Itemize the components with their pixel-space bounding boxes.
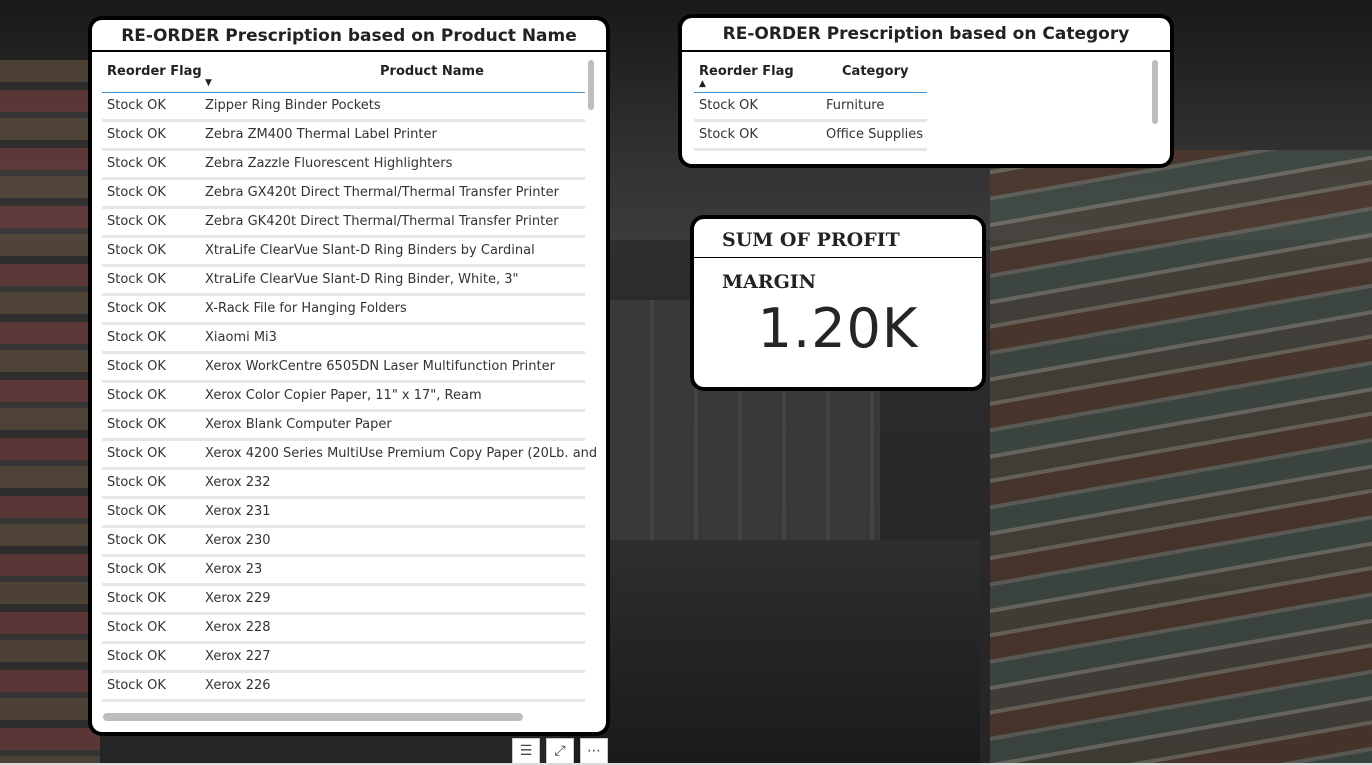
sort-descending-icon[interactable]: ▼ xyxy=(205,78,212,88)
products-table-title: RE-ORDER Prescription based on Product N… xyxy=(92,20,606,52)
product-name-cell: Xerox 226 xyxy=(205,678,271,693)
product-name-cell: Xerox Blank Computer Paper xyxy=(205,417,392,432)
product-name-cell: Xerox 23 xyxy=(205,562,263,577)
table-row[interactable]: Stock OK Xerox 226 xyxy=(102,673,585,702)
reorder-flag-cell: Stock OK xyxy=(107,533,166,548)
table-row[interactable]: Stock OK Xerox 227 xyxy=(102,644,585,673)
reorder-flag-cell: Stock OK xyxy=(107,591,166,606)
column-header-product-name[interactable]: Product Name xyxy=(380,64,484,79)
reorder-flag-cell: Stock OK xyxy=(107,127,166,142)
sort-ascending-icon[interactable]: ▲ xyxy=(699,79,706,89)
product-name-cell: Zebra ZM400 Thermal Label Printer xyxy=(205,127,437,142)
reorder-flag-cell: Stock OK xyxy=(107,504,166,519)
vertical-scrollbar[interactable] xyxy=(1152,60,1158,124)
table-row[interactable]: Stock OK Xerox 23 xyxy=(102,557,585,586)
table-row[interactable]: Stock OK Xiaomi Mi3 xyxy=(102,325,585,354)
background-right-shelf xyxy=(990,150,1372,765)
reorder-flag-cell: Stock OK xyxy=(107,446,166,461)
column-header-reorder-flag[interactable]: Reorder Flag xyxy=(699,64,794,79)
profit-margin-kpi-card[interactable]: SUM OF PROFIT MARGIN 1.20K xyxy=(694,219,982,387)
product-name-cell: XtraLife ClearVue Slant-D Ring Binder, W… xyxy=(205,272,519,287)
product-name-cell: Xerox 229 xyxy=(205,591,271,606)
reorder-flag-cell: Stock OK xyxy=(107,330,166,345)
reorder-flag-cell: Stock OK xyxy=(107,272,166,287)
category-table-title: RE-ORDER Prescription based on Category xyxy=(682,18,1170,52)
table-row[interactable]: Stock OK Office Supplies xyxy=(694,122,927,151)
category-table-body: Stock OK Furniture Stock OK Office Supplies xyxy=(694,93,927,151)
reorder-flag-cell: Stock OK xyxy=(107,301,166,316)
reorder-flag-cell: Stock OK xyxy=(107,243,166,258)
column-header-category[interactable]: Category xyxy=(842,64,908,79)
product-name-cell: Xerox WorkCentre 6505DN Laser Multifunct… xyxy=(205,359,555,374)
product-name-cell: Xerox 228 xyxy=(205,620,271,635)
table-row[interactable]: Stock OK Furniture xyxy=(694,93,927,122)
products-reorder-table[interactable]: RE-ORDER Prescription based on Product N… xyxy=(92,20,606,732)
table-row[interactable]: Stock OK Xerox 231 xyxy=(102,499,585,528)
reorder-flag-cell: Stock OK xyxy=(107,98,166,113)
product-name-cell: X-Rack File for Hanging Folders xyxy=(205,301,407,316)
table-row[interactable]: Stock OK Zebra GX420t Direct Thermal/Ther… xyxy=(102,180,585,209)
table-row[interactable]: Stock OK XtraLife ClearVue Slant-D Ring B… xyxy=(102,238,585,267)
column-header-reorder-flag[interactable]: Reorder Flag xyxy=(107,64,202,79)
products-table-header: Reorder Flag ▼ Product Name xyxy=(102,56,585,93)
background-left-shelf xyxy=(0,60,100,765)
category-table-header: Reorder Flag ▲ Category xyxy=(694,56,927,93)
reorder-flag-cell: Stock OK xyxy=(107,388,166,403)
category-cell: Furniture xyxy=(826,98,885,113)
product-name-cell: Zipper Ring Binder Pockets xyxy=(205,98,381,113)
background-floor xyxy=(560,540,980,765)
product-name-cell: Zebra GK420t Direct Thermal/Thermal Tran… xyxy=(205,214,559,229)
table-row[interactable]: Stock OK Xerox 229 xyxy=(102,586,585,615)
table-row[interactable]: Stock OK Zebra GK420t Direct Thermal/Ther… xyxy=(102,209,585,238)
table-row[interactable]: Stock OK X-Rack File for Hanging Folders xyxy=(102,296,585,325)
product-name-cell: Xerox 4200 Series MultiUse Premium Copy … xyxy=(205,446,598,461)
table-row[interactable]: Stock OK XtraLife ClearVue Slant-D Ring B… xyxy=(102,267,585,296)
product-name-cell: Zebra GX420t Direct Thermal/Thermal Tran… xyxy=(205,185,559,200)
category-cell: Office Supplies xyxy=(826,127,924,142)
table-row[interactable]: Stock OK Xerox WorkCentre 6505DN Laser Mu… xyxy=(102,354,585,383)
reorder-flag-cell: Stock OK xyxy=(107,562,166,577)
product-name-cell: Xerox 230 xyxy=(205,533,271,548)
table-row[interactable]: Stock OK Zebra ZM400 Thermal Label Printe… xyxy=(102,122,585,151)
product-name-cell: Xerox 227 xyxy=(205,649,271,664)
focus-mode-icon[interactable]: ⤢ xyxy=(546,738,574,764)
reorder-flag-cell: Stock OK xyxy=(107,417,166,432)
horizontal-scrollbar[interactable] xyxy=(103,713,523,721)
products-table-body: Stock OK Zipper Ring Binder Pockets Stock … xyxy=(102,93,597,702)
table-row[interactable]: Stock OK Xerox Color Copier Paper, 11" x … xyxy=(102,383,585,412)
product-name-cell: Xiaomi Mi3 xyxy=(205,330,277,345)
kpi-value: 1.20K xyxy=(757,297,919,360)
table-row[interactable]: Stock OK Xerox 228 xyxy=(102,615,585,644)
reorder-flag-cell: Stock OK xyxy=(107,649,166,664)
reorder-flag-cell: Stock OK xyxy=(699,127,758,142)
vertical-scrollbar[interactable] xyxy=(588,60,594,110)
product-name-cell: Xerox Color Copier Paper, 11" x 17", Rea… xyxy=(205,388,482,403)
reorder-flag-cell: Stock OK xyxy=(699,98,758,113)
table-row[interactable]: Stock OK Xerox Blank Computer Paper xyxy=(102,412,585,441)
table-row[interactable]: Stock OK Xerox 232 xyxy=(102,470,585,499)
table-row[interactable]: Stock OK Xerox 230 xyxy=(102,528,585,557)
category-reorder-table[interactable]: RE-ORDER Prescription based on Category … xyxy=(682,18,1170,164)
reorder-flag-cell: Stock OK xyxy=(107,156,166,171)
more-options-icon[interactable]: ⋯ xyxy=(580,738,608,764)
filter-icon[interactable]: ☰ xyxy=(512,738,540,764)
reorder-flag-cell: Stock OK xyxy=(107,214,166,229)
product-name-cell: Xerox 231 xyxy=(205,504,271,519)
table-row[interactable]: Stock OK Zebra Zazzle Fluorescent Highlig… xyxy=(102,151,585,180)
reorder-flag-cell: Stock OK xyxy=(107,185,166,200)
kpi-title: SUM OF PROFIT MARGIN xyxy=(694,219,982,293)
table-row[interactable]: Stock OK Xerox 4200 Series MultiUse Premi… xyxy=(102,441,597,470)
product-name-cell: Xerox 232 xyxy=(205,475,271,490)
reorder-flag-cell: Stock OK xyxy=(107,359,166,374)
reorder-flag-cell: Stock OK xyxy=(107,475,166,490)
table-row[interactable]: Stock OK Zipper Ring Binder Pockets xyxy=(102,93,585,122)
product-name-cell: Zebra Zazzle Fluorescent Highlighters xyxy=(205,156,453,171)
reorder-flag-cell: Stock OK xyxy=(107,678,166,693)
reorder-flag-cell: Stock OK xyxy=(107,620,166,635)
product-name-cell: XtraLife ClearVue Slant-D Ring Binders b… xyxy=(205,243,535,258)
